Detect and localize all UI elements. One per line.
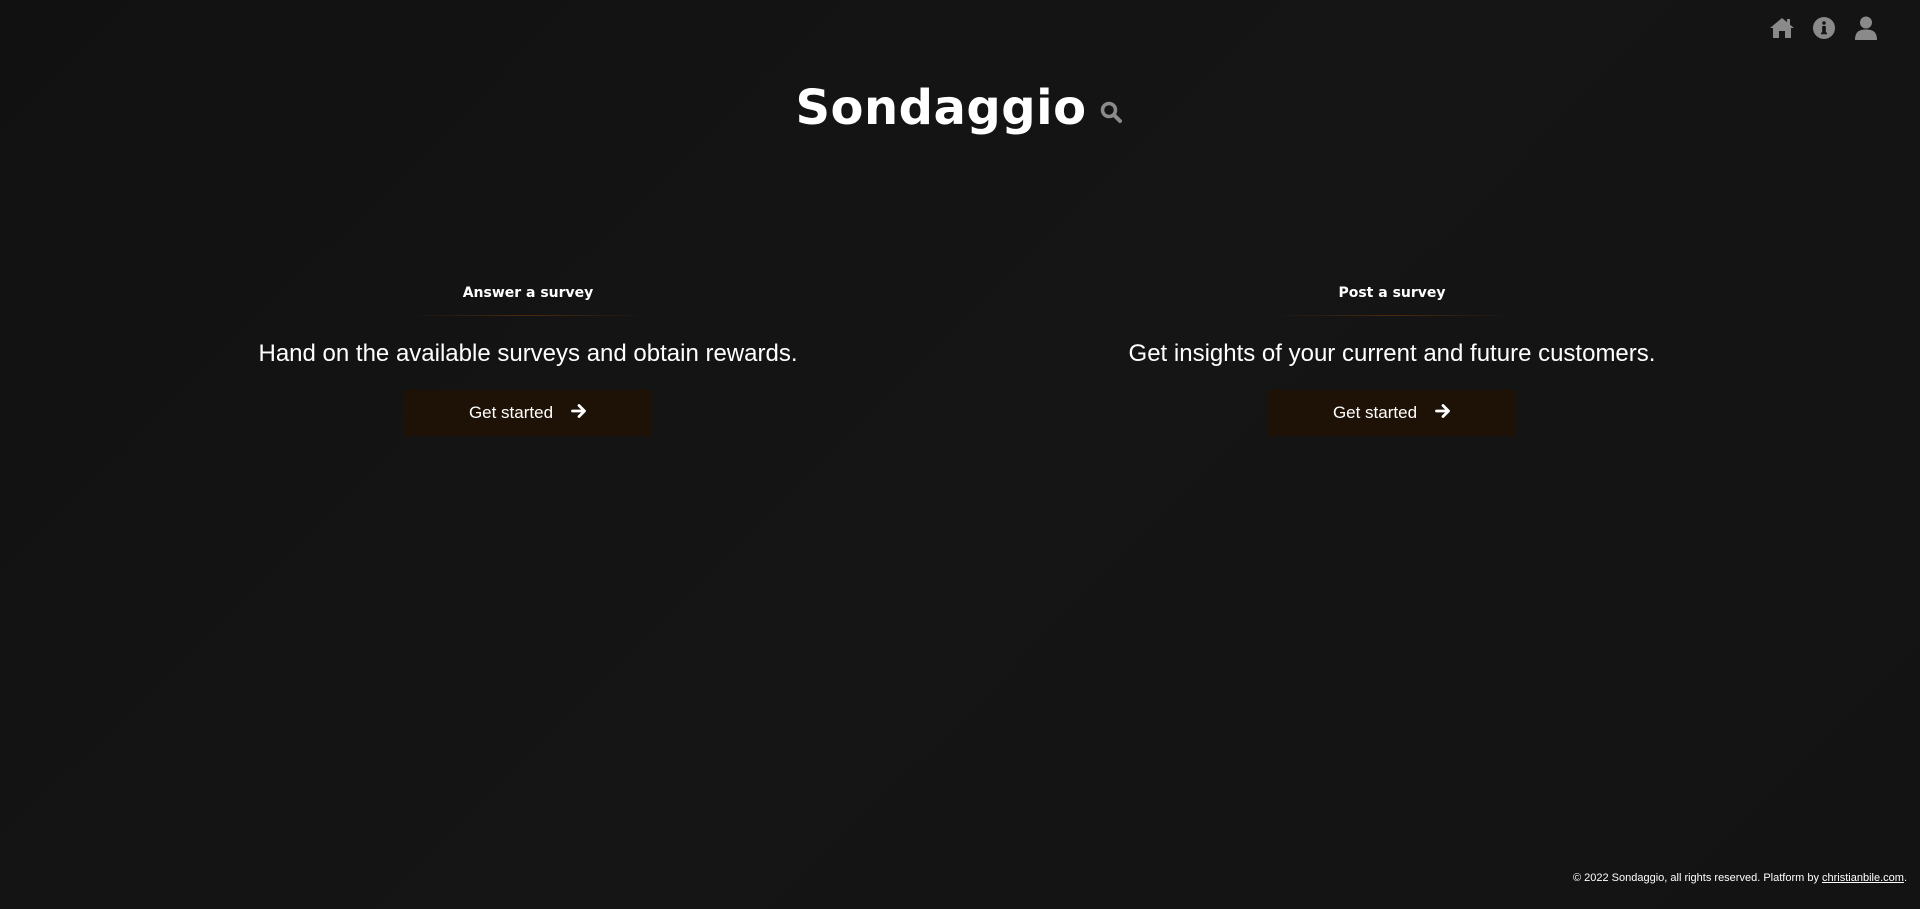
arrow-right-icon xyxy=(571,403,587,424)
card-heading: Answer a survey xyxy=(462,285,594,301)
button-label: Get started xyxy=(1332,403,1418,422)
home-icon[interactable] xyxy=(1768,14,1796,42)
card-description: Hand on the available surveys and obtain… xyxy=(258,340,798,367)
brand: Sondaggio xyxy=(0,78,1920,138)
answer-survey-get-started-button[interactable]: Get started xyxy=(404,390,652,436)
page: Sondaggio Answer a survey Hand on the av… xyxy=(0,0,1920,909)
author-link[interactable]: christianbile.com xyxy=(1822,872,1904,884)
answer-survey-card: Answer a survey Hand on the available su… xyxy=(208,283,848,436)
search-icon[interactable] xyxy=(1097,98,1125,126)
card-heading: Post a survey xyxy=(1338,285,1446,301)
brand-title: Sondaggio xyxy=(795,80,1087,136)
footer: © 2022 Sondaggio, all rights reserved. P… xyxy=(1573,872,1907,884)
post-survey-get-started-button[interactable]: Get started xyxy=(1268,390,1516,436)
card-divider xyxy=(1268,315,1516,316)
top-nav xyxy=(1768,14,1880,42)
copyright-text: © 2022 Sondaggio, all rights reserved. P… xyxy=(1572,872,1819,884)
info-icon[interactable] xyxy=(1810,14,1838,42)
footer-suffix: . xyxy=(1903,872,1907,884)
card-divider xyxy=(404,315,652,316)
post-survey-card: Post a survey Get insights of your curre… xyxy=(1072,283,1712,436)
button-label: Get started xyxy=(468,403,554,422)
arrow-right-icon xyxy=(1435,403,1451,424)
card-description: Get insights of your current and future … xyxy=(1128,340,1656,367)
user-icon[interactable] xyxy=(1852,14,1880,42)
